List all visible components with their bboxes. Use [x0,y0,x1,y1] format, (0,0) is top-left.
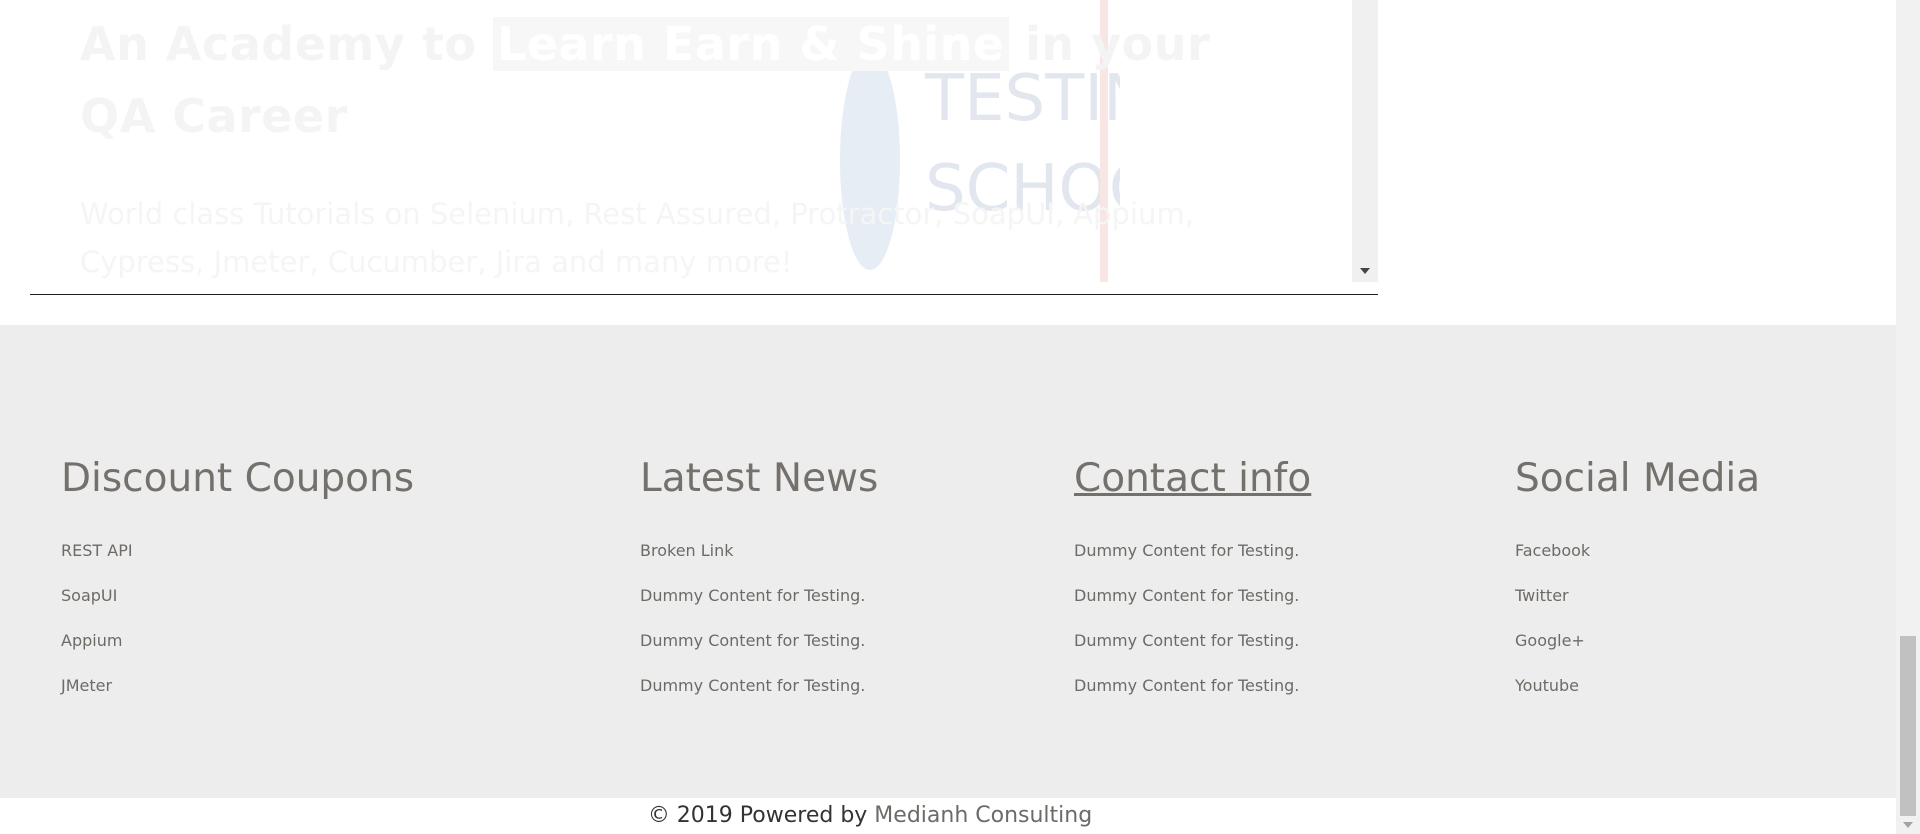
page-scrollbar[interactable] [1896,0,1920,834]
footer-link[interactable]: Dummy Content for Testing. [1074,528,1311,573]
hero-title-highlight: Learn Earn & Shine [492,17,1009,71]
iframe-scrollbar[interactable] [1352,0,1378,282]
footer-heading-discount-coupons: Discount Coupons [61,456,415,501]
footer-heading-social-media: Social Media [1515,456,1761,501]
footer: Discount Coupons REST API SoapUI Appium … [0,325,1896,798]
footer-column-contact-info: Contact info Dummy Content for Testing. … [1074,450,1311,708]
footer-column-social-media: Social Media Facebook Twitter Google+ Yo… [1515,450,1760,708]
footer-link[interactable]: Dummy Content for Testing. [1074,573,1311,618]
footer-link[interactable]: Appium [61,618,414,663]
footer-heading-latest-news: Latest News [640,456,879,501]
scroll-down-arrow-icon[interactable] [1360,268,1370,274]
footer-link[interactable]: Dummy Content for Testing. [640,663,878,708]
footer-link[interactable]: Broken Link [640,528,878,573]
footer-link[interactable]: Dummy Content for Testing. [1074,618,1311,663]
footer-column-latest-news: Latest News Broken Link Dummy Content fo… [640,450,878,708]
footer-link-twitter[interactable]: Twitter [1515,573,1760,618]
footer-column-discount-coupons: Discount Coupons REST API SoapUI Appium … [61,450,414,708]
hero-subtitle: World class Tutorials on Selenium, Rest … [80,197,1194,279]
footer-link[interactable]: Dummy Content for Testing. [640,618,878,663]
copyright: © 2019 Powered by Medianh Consulting [0,798,1740,834]
copyright-brand-link[interactable]: Medianh Consulting [874,803,1092,828]
footer-link[interactable]: Dummy Content for Testing. [1074,663,1311,708]
footer-link-youtube[interactable]: Youtube [1515,663,1760,708]
footer-link-google-plus[interactable]: Google+ [1515,618,1760,663]
hero-title: An Academy to Learn Earn & Shine in your… [80,8,1260,152]
footer-link-facebook[interactable]: Facebook [1515,528,1760,573]
page-scrollbar-thumb[interactable] [1900,636,1916,816]
hero-title-part1: An Academy to [80,17,477,71]
hero-iframe[interactable]: TESTING SCHOOL An Academy to Learn Earn … [30,0,1378,295]
footer-link[interactable]: SoapUI [61,573,414,618]
footer-heading-contact-info[interactable]: Contact info [1074,450,1311,508]
copyright-prefix: © 2019 Powered by [647,803,868,828]
scroll-down-arrow-icon[interactable] [1903,822,1913,828]
footer-link[interactable]: Dummy Content for Testing. [640,573,878,618]
footer-link[interactable]: REST API [61,528,414,573]
footer-link[interactable]: JMeter [61,663,414,708]
hero-content: TESTING SCHOOL An Academy to Learn Earn … [30,0,1352,282]
